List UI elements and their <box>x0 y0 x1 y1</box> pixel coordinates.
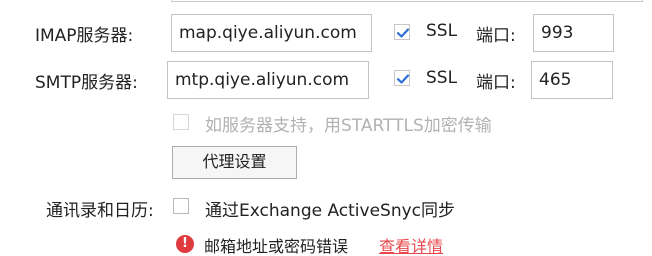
smtp-server-input[interactable]: mtp.qiye.aliyun.com <box>167 61 369 99</box>
smtp-ssl-label: SSL <box>426 68 458 88</box>
view-details-link[interactable]: 查看详情 <box>379 233 443 256</box>
exchange-sync-label: 通过Exchange ActiveSnyc同步 <box>205 201 456 221</box>
imap-ssl-label: SSL <box>426 21 458 41</box>
starttls-checkbox[interactable] <box>173 114 189 130</box>
imap-port-label: 端口: <box>476 26 516 46</box>
imap-ssl-checkbox[interactable] <box>394 24 410 40</box>
mail-server-settings: IMAP服务器: map.qiye.aliyun.com SSL 端口: 993… <box>0 0 652 256</box>
imap-server-label: IMAP服务器: <box>35 26 134 46</box>
smtp-port-input[interactable]: 465 <box>531 61 613 99</box>
imap-port-input[interactable]: 993 <box>533 14 614 52</box>
contacts-calendar-label: 通讯录和日历: <box>46 201 154 221</box>
error-icon: ! <box>176 235 194 253</box>
smtp-port-label: 端口: <box>476 73 516 93</box>
imap-server-input[interactable]: map.qiye.aliyun.com <box>171 14 372 52</box>
error-message: 邮箱地址或密码错误 <box>204 237 349 256</box>
smtp-ssl-checkbox[interactable] <box>394 70 410 86</box>
proxy-settings-button[interactable]: 代理设置 <box>172 146 297 179</box>
exchange-sync-checkbox[interactable] <box>173 198 189 214</box>
checkmark-icon <box>396 28 410 38</box>
cut-off-field[interactable] <box>171 0 643 2</box>
starttls-label: 如服务器支持，用STARTTLS加密传输 <box>205 116 492 136</box>
checkmark-icon <box>396 74 410 84</box>
smtp-server-label: SMTP服务器: <box>35 73 138 93</box>
